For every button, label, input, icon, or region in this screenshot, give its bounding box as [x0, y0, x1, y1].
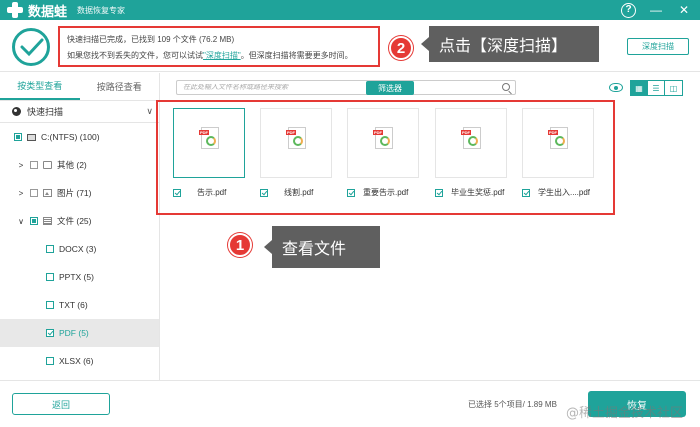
- file-label-row: 毕业生奖惩.pdf: [435, 187, 504, 198]
- tree-checkbox[interactable]: [30, 161, 38, 169]
- scan-result-text: 快速扫描已完成，已找到 109 个文件 (76.2 MB): [67, 35, 235, 44]
- tree-item-txt[interactable]: TXT (6): [0, 291, 159, 319]
- back-button[interactable]: 返回: [12, 393, 110, 415]
- title-bar: 数据蛙 数据恢复专家 ? — ✕: [0, 0, 700, 20]
- file-checkbox[interactable]: [173, 188, 181, 197]
- file-name: 毕业生奖惩.pdf: [451, 188, 505, 197]
- drive-icon: [27, 133, 36, 141]
- tree-checkbox[interactable]: [30, 189, 38, 197]
- tree-item-pptx[interactable]: PPTX (5): [0, 263, 159, 291]
- deep-scan-hint: 如果您找不到丢失的文件，您可以试试"深度扫描"。但深度扫描将需要更多时间。: [67, 51, 353, 60]
- tree-item-drive-c[interactable]: C:(NTFS) (100): [0, 123, 159, 151]
- minimize-button[interactable]: —: [648, 2, 664, 18]
- pdf-file-icon: PDF: [286, 127, 306, 149]
- app-subtitle: 数据恢复专家: [77, 5, 126, 15]
- callout-1-number: 1: [228, 233, 252, 257]
- tree-item-docx[interactable]: DOCX (3): [0, 235, 159, 263]
- chevron-down-icon: ∨: [146, 106, 153, 116]
- file-label-row: 线割.pdf: [260, 187, 313, 198]
- pdf-file-icon: PDF: [373, 127, 393, 149]
- app-logo-icon: [6, 1, 24, 19]
- pdf-file-icon: PDF: [199, 127, 219, 149]
- chevron-down-icon[interactable]: ∨: [16, 217, 26, 226]
- deep-scan-button[interactable]: 深度扫描: [627, 38, 689, 55]
- scan-status-message: 快速扫描已完成，已找到 109 个文件 (76.2 MB) 如果您找不到丢失的文…: [58, 26, 380, 67]
- tree-checkbox[interactable]: [46, 245, 54, 253]
- pdf-file-icon: PDF: [548, 127, 568, 149]
- scan-mode-label: 快速扫描: [27, 107, 64, 117]
- file-label-row: 告示.pdf: [173, 187, 226, 198]
- file-name: 告示.pdf: [197, 188, 227, 197]
- detail-view-icon[interactable]: ◫: [665, 81, 682, 95]
- callout-1: 查看文件: [264, 226, 380, 268]
- callout-2-number: 2: [389, 36, 413, 60]
- file-checkbox[interactable]: [347, 188, 355, 197]
- app-name: 数据蛙: [28, 4, 68, 20]
- help-button[interactable]: ?: [621, 2, 636, 18]
- tree-checkbox[interactable]: [46, 357, 54, 365]
- file-label-row: 重要告示.pdf: [347, 187, 408, 198]
- file-checkbox[interactable]: [435, 188, 443, 197]
- tree-checkbox[interactable]: [46, 329, 54, 337]
- chevron-right-icon[interactable]: >: [16, 161, 26, 170]
- scan-complete-check-icon: [12, 28, 50, 66]
- view-mode-tabs: 按类型查看 按路径查看: [0, 73, 159, 101]
- file-name: 重要告示.pdf: [363, 188, 409, 197]
- search-box: [176, 80, 516, 95]
- file-checkbox[interactable]: [522, 188, 530, 197]
- file-name: 线割.pdf: [284, 188, 314, 197]
- file-card[interactable]: PDF: [347, 108, 419, 178]
- pdf-file-icon: PDF: [461, 127, 481, 149]
- tab-by-type[interactable]: 按类型查看: [0, 73, 80, 100]
- grid-view-icon[interactable]: ▦: [631, 81, 648, 95]
- tree-checkbox[interactable]: [46, 273, 54, 281]
- tree-item-other[interactable]: > 其他 (2): [0, 151, 159, 179]
- tree-item-pdf[interactable]: PDF (5): [0, 319, 159, 347]
- scan-status-area: 快速扫描已完成，已找到 109 个文件 (76.2 MB) 如果您找不到丢失的文…: [0, 20, 700, 72]
- filter-button[interactable]: 筛选器: [366, 81, 414, 95]
- tree-checkbox[interactable]: [14, 133, 22, 141]
- tab-by-path[interactable]: 按路径查看: [80, 73, 160, 100]
- tree-checkbox[interactable]: [46, 301, 54, 309]
- folder-icon: [43, 161, 52, 169]
- tree-item-xlsx[interactable]: XLSX (6): [0, 347, 159, 375]
- search-input[interactable]: [183, 84, 493, 91]
- preview-eye-icon[interactable]: [609, 83, 623, 92]
- chevron-right-icon[interactable]: >: [16, 189, 26, 198]
- file-card[interactable]: PDF: [173, 108, 245, 178]
- scan-mode-select[interactable]: 快速扫描 ∨: [0, 101, 159, 123]
- file-card[interactable]: PDF: [435, 108, 507, 178]
- file-toolbar: 筛选器 ▦ ☰ ◫: [160, 73, 700, 101]
- close-button[interactable]: ✕: [676, 2, 692, 18]
- file-card[interactable]: PDF: [522, 108, 594, 178]
- document-icon: [43, 217, 52, 225]
- search-icon[interactable]: [502, 83, 510, 91]
- list-view-icon[interactable]: ☰: [648, 81, 665, 95]
- file-label-row: 学生出入....pdf: [522, 187, 590, 198]
- tree-item-documents[interactable]: ∨ 文件 (25): [0, 207, 159, 235]
- watermark: @稀土掘金技术社区: [566, 406, 684, 421]
- sidebar: 按类型查看 按路径查看 快速扫描 ∨ C:(NTFS) (100) > 其他 (…: [0, 73, 160, 380]
- file-grid: PDF 告示.pdf PDF 线割.pdf PDF 重要告示.pdf PDF 毕…: [156, 100, 615, 215]
- file-checkbox[interactable]: [260, 188, 268, 197]
- radio-icon: [12, 107, 21, 116]
- tree-checkbox[interactable]: [30, 217, 38, 225]
- callout-2: 点击【深度扫描】: [421, 26, 599, 62]
- file-card[interactable]: PDF: [260, 108, 332, 178]
- file-name: 学生出入....pdf: [538, 188, 591, 197]
- selection-info: 已选择 5个项目/ 1.89 MB: [468, 400, 557, 409]
- tree-item-images[interactable]: > 图片 (71): [0, 179, 159, 207]
- deep-scan-link[interactable]: "深度扫描": [203, 51, 241, 60]
- view-switcher: ▦ ☰ ◫: [630, 80, 683, 96]
- image-icon: [43, 189, 52, 197]
